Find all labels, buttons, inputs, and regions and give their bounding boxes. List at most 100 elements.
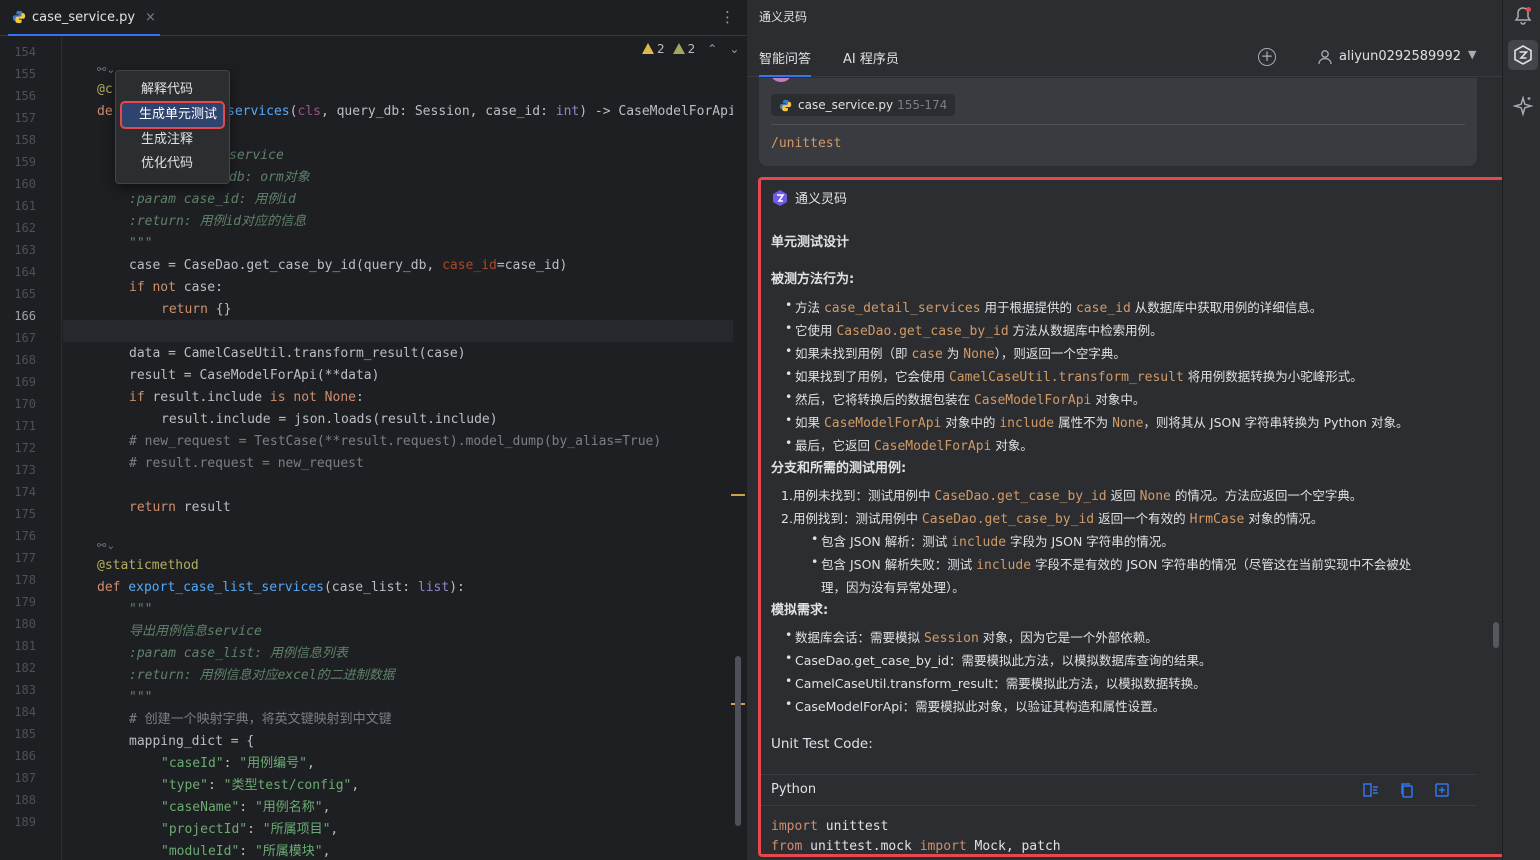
close-icon[interactable]: × bbox=[145, 10, 156, 25]
list-item: • CamelCaseUtil.transform_result：需要模拟此方法，… bbox=[785, 673, 1206, 691]
warning-count[interactable]: 2 bbox=[642, 42, 665, 56]
menu-item-generate-unit-test[interactable]: 生成单元测试 bbox=[120, 101, 225, 129]
code-line-174: return result bbox=[129, 500, 231, 515]
user-account-name[interactable]: aliyun0292589992 bbox=[1339, 49, 1461, 64]
weak-warning-count[interactable]: 2 bbox=[672, 42, 695, 56]
line-number[interactable]: 175 bbox=[0, 503, 36, 525]
section-title: 被测方法行为: bbox=[771, 272, 855, 287]
code-line-156b: services(cls, query_db: Session, case_id… bbox=[227, 104, 733, 119]
line-number[interactable]: 174 bbox=[0, 481, 36, 503]
line-number[interactable]: 189 bbox=[0, 811, 36, 833]
line-number[interactable]: 177 bbox=[0, 547, 36, 569]
line-number[interactable]: 157 bbox=[0, 107, 36, 129]
line-number[interactable]: 154 bbox=[0, 41, 36, 63]
line-number[interactable]: 163 bbox=[0, 239, 36, 261]
code-line-171: # new_request = TestCase(**result.reques… bbox=[129, 434, 662, 449]
line-number[interactable]: 159 bbox=[0, 151, 36, 173]
line-number[interactable]: 184 bbox=[0, 701, 36, 723]
code-line-185: "caseId": "用例编号", bbox=[161, 756, 315, 771]
tongyi-logo-icon bbox=[773, 189, 787, 206]
line-number[interactable]: 158 bbox=[0, 129, 36, 151]
code-line-172: # result.request = new_request bbox=[129, 456, 364, 471]
notifications-icon[interactable] bbox=[1511, 4, 1535, 28]
ai-action-hint-icon[interactable]: ⚯⌄ bbox=[97, 63, 115, 76]
code-line-188: "projectId": "所属项目", bbox=[161, 822, 339, 837]
panel-scrollbar[interactable] bbox=[1493, 622, 1499, 648]
divider bbox=[759, 805, 1477, 806]
new-file-icon[interactable] bbox=[1433, 781, 1451, 799]
chevron-up-icon[interactable]: ⌃ bbox=[707, 42, 717, 56]
insert-diff-icon[interactable] bbox=[1362, 781, 1380, 799]
code-line-184: mapping_dict = { bbox=[129, 734, 255, 749]
line-number[interactable]: 160 bbox=[0, 173, 36, 195]
code-language: Python bbox=[771, 782, 817, 797]
tongyi-lingma-panel: 通义灵码 智能问答 AI 程序员 + aliyun0292589992 ▼ ca… bbox=[746, 0, 1503, 860]
ai-sparkle-icon[interactable] bbox=[1511, 94, 1535, 118]
line-number[interactable]: 187 bbox=[0, 767, 36, 789]
ai-action-hint-icon[interactable]: ⚯⌄ bbox=[97, 539, 115, 552]
divider bbox=[771, 124, 1465, 125]
list-item: 2.用例找到：测试用例中 CaseDao.get_case_by_id 返回一个… bbox=[781, 511, 1324, 527]
editor-scrollbar[interactable] bbox=[735, 656, 741, 826]
line-number[interactable]: 182 bbox=[0, 657, 36, 679]
code-line-182: """ bbox=[129, 690, 153, 705]
line-number[interactable]: 161 bbox=[0, 195, 36, 217]
list-item-continuation: 理，因为没有异常处理）。 bbox=[821, 580, 965, 595]
chat-history[interactable]: case_service.py 155-174 /unittest 通义灵码 单… bbox=[747, 78, 1503, 860]
line-number[interactable]: 165 bbox=[0, 283, 36, 305]
line-number[interactable]: 178 bbox=[0, 569, 36, 591]
copy-icon[interactable] bbox=[1398, 781, 1416, 799]
line-number[interactable]: 188 bbox=[0, 789, 36, 811]
code-line-163: case = CaseDao.get_case_by_id(query_db, … bbox=[129, 258, 568, 273]
tongyi-lingma-icon[interactable] bbox=[1511, 43, 1535, 67]
line-number[interactable]: 169 bbox=[0, 371, 36, 393]
code-editor[interactable]: case_service.py × ⋮ 154 155 156 157 158 159 16… bbox=[0, 0, 746, 860]
code-line-183: # 创建一个映射字典，将英文键映射到中文键 bbox=[129, 712, 392, 727]
line-number[interactable]: 181 bbox=[0, 635, 36, 657]
line-number[interactable]: 180 bbox=[0, 613, 36, 635]
code-line-155: @c bbox=[97, 82, 113, 97]
panel-tab-bar: 智能问答 AI 程序员 + aliyun0292589992 ▼ bbox=[747, 40, 1503, 77]
menu-item-optimize-code[interactable]: 优化代码 bbox=[120, 152, 225, 176]
line-number[interactable]: 168 bbox=[0, 349, 36, 371]
line-number[interactable]: 155 bbox=[0, 63, 36, 85]
line-number[interactable]: 156 bbox=[0, 85, 36, 107]
avatar bbox=[771, 78, 791, 82]
line-number[interactable]: 179 bbox=[0, 591, 36, 613]
list-item: • 包含 JSON 解析：测试 include 字段为 JSON 字符串的情况。 bbox=[811, 531, 1174, 550]
editor-tab-bar: case_service.py × ⋮ bbox=[0, 0, 746, 36]
code-line-169: if result.include is not None: bbox=[129, 390, 364, 405]
line-number[interactable]: 167 bbox=[0, 327, 36, 349]
line-number[interactable]: 166 bbox=[0, 305, 36, 327]
section-title: 分支和所需的测试用例: bbox=[771, 461, 907, 476]
inspection-widget[interactable]: 2 2 ⌃ ⌄ bbox=[642, 42, 739, 56]
line-number[interactable]: 162 bbox=[0, 217, 36, 239]
chevron-down-icon[interactable]: ⌄ bbox=[729, 42, 739, 56]
code-line-178: """ bbox=[129, 602, 153, 617]
editor-tab[interactable]: case_service.py × bbox=[8, 0, 160, 36]
section-title: 模拟需求: bbox=[771, 603, 829, 618]
line-number[interactable]: 172 bbox=[0, 437, 36, 459]
context-file-chip[interactable]: case_service.py 155-174 bbox=[771, 94, 956, 116]
more-options-icon[interactable]: ⋮ bbox=[720, 8, 735, 26]
new-chat-icon[interactable]: + bbox=[1258, 48, 1276, 66]
line-number[interactable]: 183 bbox=[0, 679, 36, 701]
line-number[interactable]: 176 bbox=[0, 525, 36, 547]
line-number[interactable]: 170 bbox=[0, 393, 36, 415]
line-number[interactable]: 185 bbox=[0, 723, 36, 745]
scrollbar-warning-mark[interactable] bbox=[731, 494, 745, 496]
code-line-158: service bbox=[229, 148, 284, 163]
code-block-header: Python bbox=[759, 775, 1477, 805]
menu-item-explain-code[interactable]: 解释代码 bbox=[120, 78, 225, 102]
code-line-179: 导出用例信息service bbox=[129, 624, 262, 639]
menu-item-generate-comments[interactable]: 生成注释 bbox=[120, 128, 225, 152]
tab-smart-qa[interactable]: 智能问答 bbox=[759, 48, 812, 77]
line-number[interactable]: 171 bbox=[0, 415, 36, 437]
tab-ai-programmer[interactable]: AI 程序员 bbox=[843, 48, 899, 67]
list-item: • 方法 case_detail_services 用于根据提供的 case_id… bbox=[785, 297, 1323, 316]
chevron-down-icon[interactable]: ▼ bbox=[1468, 48, 1476, 61]
line-number[interactable]: 164 bbox=[0, 261, 36, 283]
list-item: • 最后，它返回 CaseModelForApi 对象。 bbox=[785, 435, 1033, 454]
line-number[interactable]: 173 bbox=[0, 459, 36, 481]
line-number[interactable]: 186 bbox=[0, 745, 36, 767]
